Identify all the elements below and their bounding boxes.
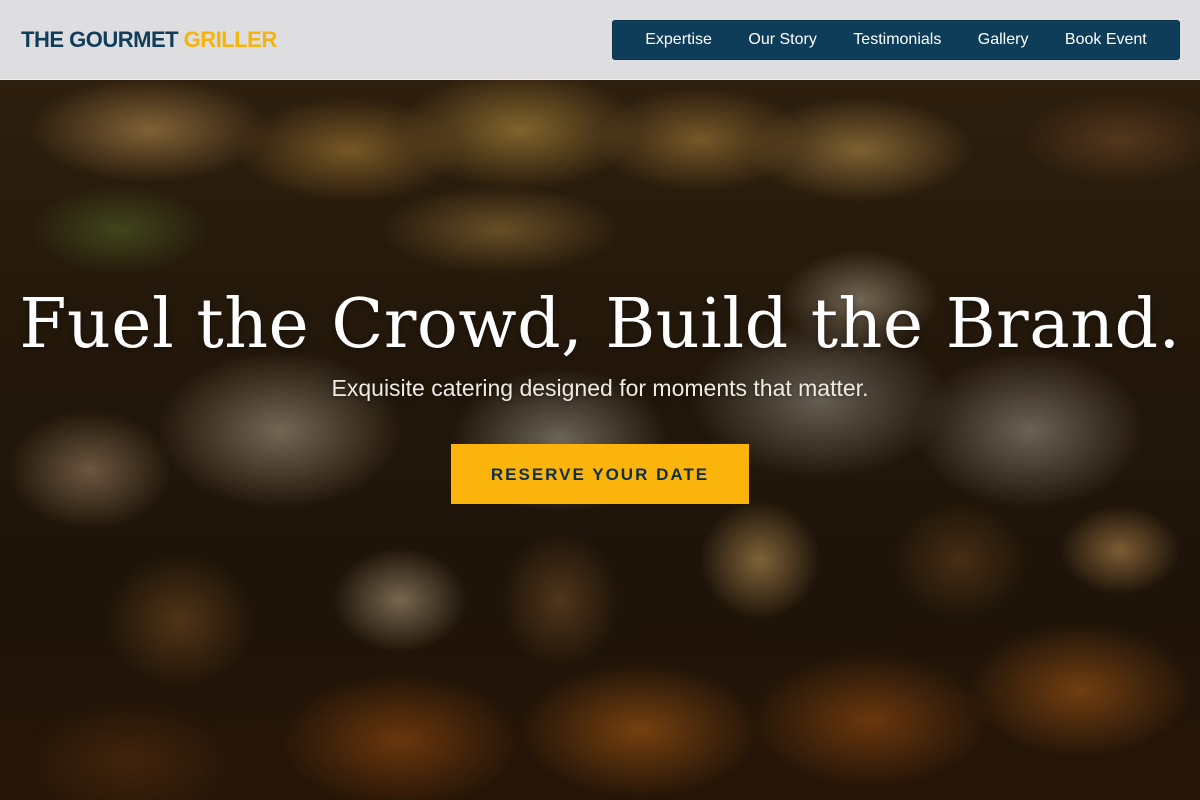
reserve-date-button[interactable]: RESERVE YOUR DATE (451, 444, 749, 504)
main-nav: Expertise Our Story Testimonials Gallery… (612, 20, 1180, 60)
nav-link-testimonials[interactable]: Testimonials (853, 31, 941, 49)
logo-text-primary: THE GOURMET (21, 27, 179, 52)
logo-text-accent: GRILLER (183, 27, 278, 52)
nav-link-book-event[interactable]: Book Event (1065, 31, 1147, 49)
hero-subtitle: Exquisite catering designed for moments … (331, 375, 869, 401)
hero-title: Fuel the Crowd, Build the Brand. (19, 285, 1181, 364)
site-header: THE GOURMET GRILLER Expertise Our Story … (0, 0, 1200, 80)
nav-link-our-story[interactable]: Our Story (748, 31, 816, 49)
hero-section: Fuel the Crowd, Build the Brand. Exquisi… (0, 0, 1200, 800)
nav-link-gallery[interactable]: Gallery (978, 31, 1029, 49)
nav-link-expertise[interactable]: Expertise (645, 31, 712, 49)
site-logo[interactable]: THE GOURMET GRILLER (21, 26, 277, 54)
hero-content: Fuel the Crowd, Build the Brand. Exquisi… (0, 280, 1200, 504)
